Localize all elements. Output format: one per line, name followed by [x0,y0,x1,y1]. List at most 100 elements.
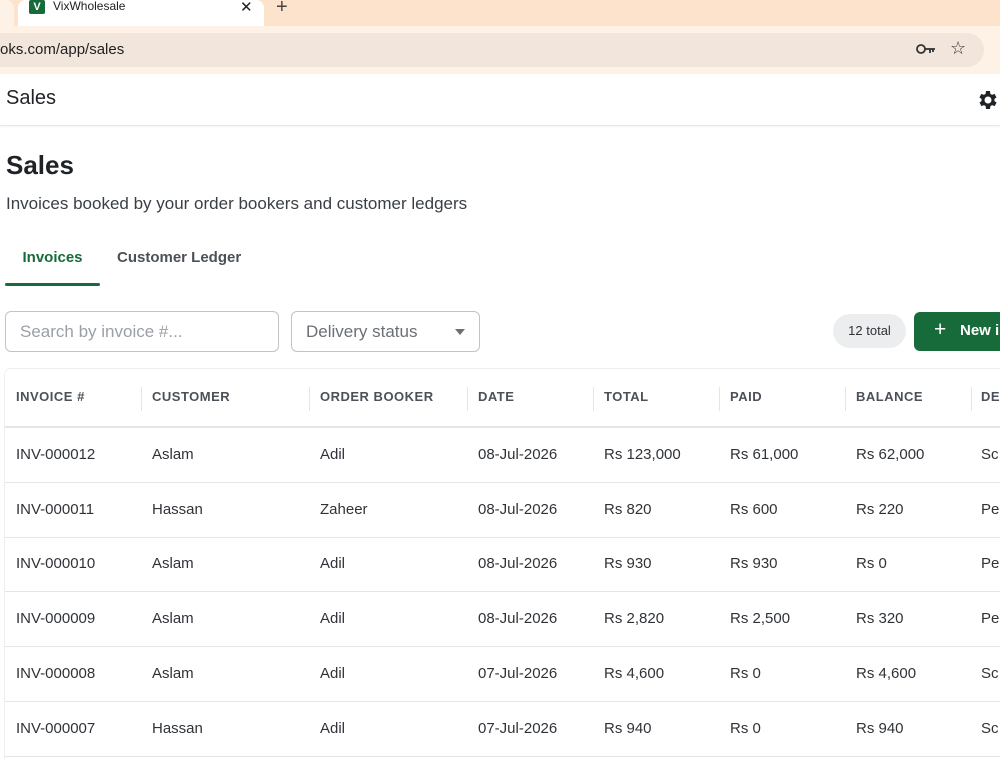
column-divider [719,387,720,411]
new-invoice-button[interactable]: + New i [914,312,1000,351]
cell-balance: Rs 62,000 [856,446,925,463]
cell-paid: Rs 0 [730,720,761,737]
star-icon[interactable]: ☆ [950,38,966,59]
new-tab-button[interactable]: + [276,0,288,19]
cell-paid: Rs 600 [730,501,778,518]
new-invoice-button-label: New i [960,322,1000,339]
cell-delivery: Pe [981,555,1000,572]
table-row[interactable]: INV-000011 Hassan Zaheer 08-Jul-2026 Rs … [5,483,1000,538]
cell-invoice: INV-000012 [16,446,96,463]
cell-paid: Rs 0 [730,665,761,682]
cell-date: 08-Jul-2026 [478,446,558,463]
invoices-table: INVOICE # CUSTOMER ORDER BOOKER DATE TOT… [5,369,1000,759]
url-text: oks.com/app/sales [0,41,125,58]
key-icon[interactable] [915,39,937,59]
cell-invoice: INV-000007 [16,720,96,737]
browser-tabstrip: V VixWholesale ✕ + [0,0,1000,26]
column-header-customer[interactable]: CUSTOMER [152,389,230,404]
cell-date: 08-Jul-2026 [478,610,558,627]
tab-invoices[interactable]: Invoices [5,240,100,286]
cell-balance: Rs 0 [856,555,887,572]
tab-invoices-label: Invoices [22,249,83,266]
cell-customer: Aslam [152,446,194,463]
cell-paid: Rs 930 [730,555,778,572]
table-row[interactable]: INV-000010 Aslam Adil 08-Jul-2026 Rs 930… [5,537,1000,592]
table-header: INVOICE # CUSTOMER ORDER BOOKER DATE TOT… [5,369,1000,428]
column-divider [845,387,846,411]
total-count-badge: 12 total [833,314,906,348]
page-subtitle: Invoices booked by your order bookers an… [6,194,468,213]
cell-total: Rs 930 [604,555,652,572]
table-row[interactable]: INV-000007 Hassan Adil 07-Jul-2026 Rs 94… [5,702,1000,757]
cell-customer: Hassan [152,501,203,518]
tab-customer-ledger[interactable]: Customer Ledger [117,240,241,286]
column-header-total[interactable]: TOTAL [604,389,649,404]
cell-delivery: Pe [981,610,1000,627]
page-title: Sales [6,150,74,180]
cell-order-booker: Zaheer [320,501,368,518]
cell-order-booker: Adil [320,610,346,627]
cell-date: 07-Jul-2026 [478,720,558,737]
cell-total: Rs 4,600 [604,665,665,682]
column-divider [141,387,142,411]
cell-invoice: INV-000011 [16,501,95,518]
previous-tab-edge[interactable] [0,0,14,26]
cell-customer: Aslam [152,555,194,572]
app-header: Sales [0,74,1000,126]
cell-total: Rs 820 [604,501,652,518]
cell-delivery: Sc [981,665,999,682]
cell-date: 07-Jul-2026 [478,665,558,682]
column-header-invoice[interactable]: INVOICE # [16,389,85,404]
cell-invoice: INV-000009 [16,610,96,627]
cell-paid: Rs 2,500 [730,610,791,627]
cell-order-booker: Adil [320,665,346,682]
invoice-search-input[interactable] [5,311,279,352]
column-header-order-booker[interactable]: ORDER BOOKER [320,389,434,404]
cell-balance: Rs 4,600 [856,665,917,682]
table-row[interactable]: INV-000009 Aslam Adil 08-Jul-2026 Rs 2,8… [5,592,1000,647]
table-row[interactable]: INV-000008 Aslam Adil 07-Jul-2026 Rs 4,6… [5,647,1000,702]
tab-customer-ledger-label: Customer Ledger [117,249,242,266]
cell-order-booker: Adil [320,446,346,463]
cell-delivery: Sc [981,720,999,737]
app-favicon-icon: V [29,0,45,14]
cell-total: Rs 123,000 [604,446,681,463]
column-header-paid[interactable]: PAID [730,389,762,404]
active-tab-indicator [5,283,100,286]
app-header-title: Sales [6,87,57,109]
column-header-balance[interactable]: BALANCE [856,389,923,404]
cell-delivery: Pe [981,501,1000,518]
column-divider [309,387,310,411]
cell-total: Rs 2,820 [604,610,665,627]
cell-date: 08-Jul-2026 [478,501,558,518]
delivery-status-select[interactable]: Delivery status [291,311,480,352]
plus-icon: + [934,318,947,341]
browser-tab-title: VixWholesale [53,0,126,13]
cell-order-booker: Adil [320,555,346,572]
cell-balance: Rs 220 [856,501,904,518]
cell-balance: Rs 320 [856,610,904,627]
cell-total: Rs 940 [604,720,652,737]
browser-toolbar: oks.com/app/sales ☆ [0,26,1000,74]
cell-customer: Aslam [152,665,194,682]
cell-invoice: INV-000008 [16,665,96,682]
delivery-status-label: Delivery status [306,322,418,341]
cell-paid: Rs 61,000 [730,446,799,463]
column-divider [971,387,972,411]
cell-customer: Aslam [152,610,194,627]
cell-order-booker: Adil [320,720,346,737]
cell-customer: Hassan [152,720,203,737]
column-header-delivery[interactable]: DE [981,389,1000,404]
address-bar[interactable]: oks.com/app/sales ☆ [0,33,984,67]
table-row[interactable]: INV-000012 Aslam Adil 08-Jul-2026 Rs 123… [5,428,1000,483]
cell-invoice: INV-000010 [16,555,96,572]
column-header-date[interactable]: DATE [478,389,514,404]
cell-balance: Rs 940 [856,720,904,737]
column-divider [593,387,594,411]
cell-date: 08-Jul-2026 [478,555,558,572]
chevron-down-icon [455,329,465,335]
gear-icon[interactable] [975,88,999,112]
close-icon[interactable]: ✕ [240,0,253,16]
browser-tab-active[interactable]: V VixWholesale ✕ [18,0,264,26]
column-divider [467,387,468,411]
